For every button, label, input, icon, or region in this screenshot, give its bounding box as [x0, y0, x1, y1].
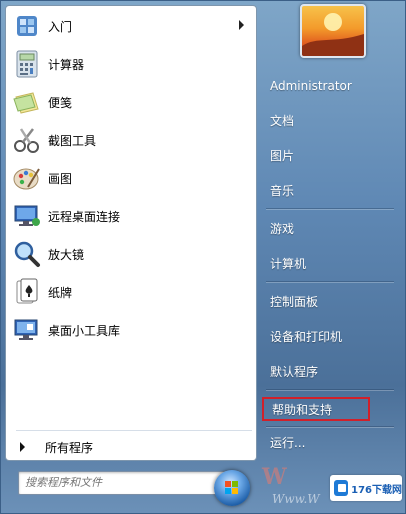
program-label: 桌面小工具库	[48, 323, 121, 338]
separator	[266, 281, 394, 282]
getting-started-icon	[12, 11, 42, 41]
program-label: 放大镜	[48, 247, 85, 262]
right-item-default-programs[interactable]: 默认程序	[262, 359, 398, 383]
right-item-music[interactable]: 音乐	[262, 178, 398, 202]
program-item-remote-desktop[interactable]: 远程桌面连接	[12, 198, 250, 234]
program-label: 计算器	[48, 57, 85, 72]
program-item-paint[interactable]: 画图	[12, 160, 250, 196]
program-item-sticky-notes[interactable]: 便笺	[12, 84, 250, 120]
right-item-help-support[interactable]: 帮助和支持	[262, 397, 370, 421]
calculator-icon	[12, 49, 42, 79]
program-label: 纸牌	[48, 285, 73, 300]
watermark: W Www.W	[258, 462, 328, 512]
separator	[266, 426, 394, 427]
submenu-arrow-icon[interactable]	[239, 20, 244, 30]
solitaire-icon	[12, 277, 42, 307]
user-avatar[interactable]	[300, 4, 366, 58]
program-label: 入门	[48, 19, 73, 34]
watermark-large-text: W	[262, 464, 287, 490]
all-programs-label: 所有程序	[45, 440, 94, 455]
program-label: 截图工具	[48, 133, 97, 148]
magnifier-icon	[12, 239, 42, 269]
right-item-devices-printers[interactable]: 设备和打印机	[262, 324, 398, 348]
snipping-tool-icon	[12, 125, 42, 155]
remote-desktop-icon	[12, 201, 42, 231]
separator	[16, 430, 252, 431]
paint-icon	[12, 163, 42, 193]
right-item-pictures[interactable]: 图片	[262, 143, 398, 167]
start-button[interactable]	[214, 470, 250, 506]
program-item-snipping-tool[interactable]: 截图工具	[12, 122, 250, 158]
expand-arrow-icon	[20, 442, 25, 452]
windows-logo-icon	[225, 481, 238, 494]
site-logo-icon	[334, 480, 349, 496]
program-item-solitaire[interactable]: 纸牌	[12, 274, 250, 310]
program-label: 画图	[48, 171, 73, 186]
site-logo-badge: 176下载网	[330, 475, 402, 501]
site-logo-text: 176下载网	[351, 484, 402, 496]
program-item-calculator[interactable]: 计算器	[12, 46, 250, 82]
all-programs-button[interactable]: 所有程序	[12, 434, 250, 460]
program-item-getting-started[interactable]: 入门	[12, 8, 250, 44]
search-box[interactable]	[18, 471, 238, 495]
program-item-magnifier[interactable]: 放大镜	[12, 236, 250, 272]
separator	[266, 208, 394, 209]
program-item-gadgets[interactable]: 桌面小工具库	[12, 312, 250, 348]
user-name-link[interactable]: Administrator	[262, 74, 398, 98]
right-item-games[interactable]: 游戏	[262, 216, 398, 240]
separator	[266, 389, 394, 390]
watermark-small-text: Www.W	[272, 492, 320, 506]
program-label: 便笺	[48, 95, 73, 110]
gadgets-icon	[12, 315, 42, 345]
programs-pane: 入门 计算器 便笺 截图工具 画图 远程桌面连接 放大镜 纸牌 桌面小工具库 所…	[5, 5, 257, 461]
start-menu: 入门 计算器 便笺 截图工具 画图 远程桌面连接 放大镜 纸牌 桌面小工具库 所…	[0, 0, 406, 514]
right-item-computer[interactable]: 计算机	[262, 251, 398, 275]
right-item-run[interactable]: 运行...	[262, 430, 398, 454]
right-item-control-panel[interactable]: 控制面板	[262, 289, 398, 313]
program-label: 远程桌面连接	[48, 209, 121, 224]
sticky-notes-icon	[12, 87, 42, 117]
right-item-documents[interactable]: 文档	[262, 108, 398, 132]
search-input[interactable]	[19, 472, 205, 492]
